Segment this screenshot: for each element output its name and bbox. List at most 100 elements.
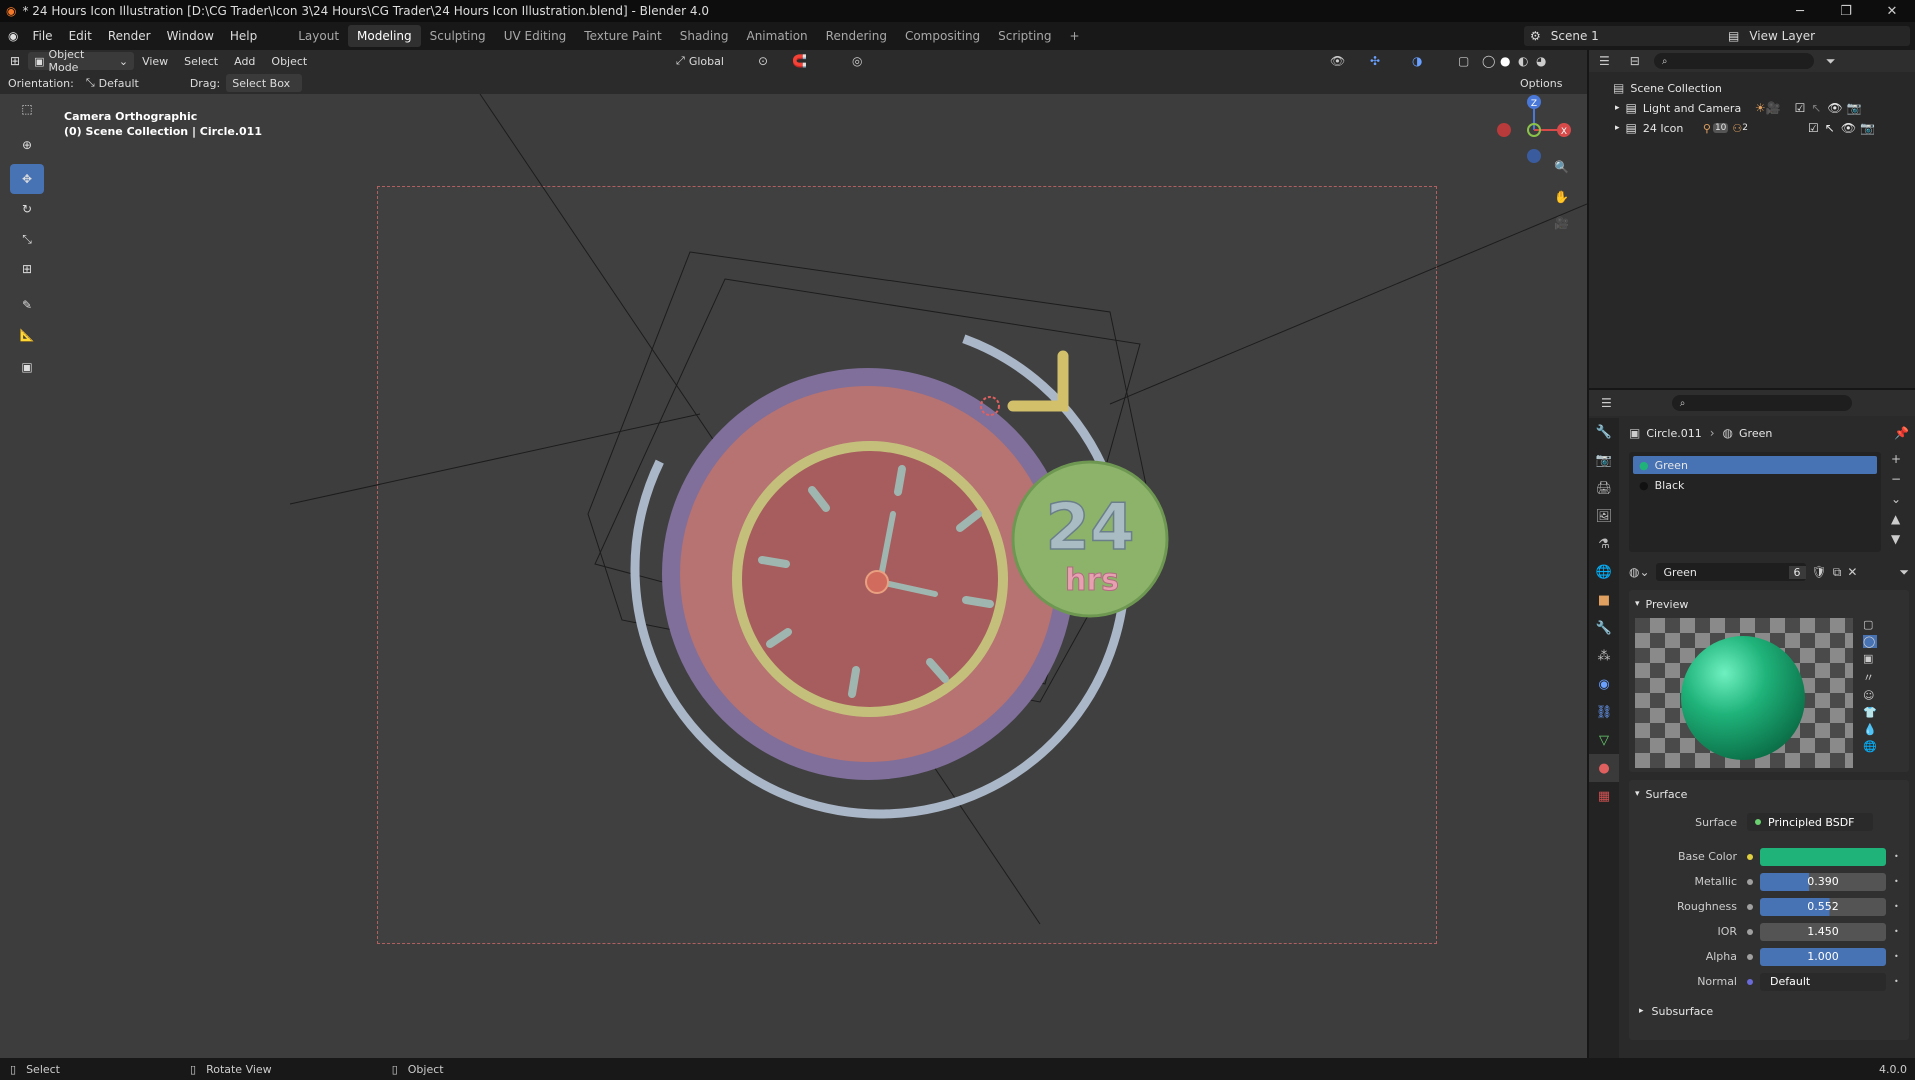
eye-icon[interactable]: 👁 (1841, 121, 1856, 135)
input-socket-icon[interactable] (1747, 978, 1753, 985)
transform-tool[interactable]: ⊞ (10, 254, 44, 284)
particles-tab-icon[interactable]: ⁂ (1589, 642, 1619, 670)
outliner-item-24-icon[interactable]: ▸ ▤ 24 Icon ⚲ 10 ⚇ 2 ☑ ↖ 👁 📷 (1589, 118, 1915, 138)
filter-icon[interactable]: ⏷ (1826, 54, 1836, 69)
duplicate-icon[interactable]: ⧉ (1833, 565, 1842, 580)
close-button[interactable]: ✕ (1869, 0, 1915, 22)
camera-view-icon[interactable]: 🎥 (1554, 216, 1569, 230)
minimize-button[interactable]: ─ (1777, 0, 1823, 22)
tab-compositing[interactable]: Compositing (896, 25, 989, 47)
outliner-item-light-and-camera[interactable]: ▸ ▤ Light and Camera ☀🎥 ☑ ↖ 👁 📷 (1589, 98, 1915, 118)
move-up-icon[interactable]: ▲ (1891, 512, 1901, 526)
properties-editor-icon[interactable]: ☰ (1601, 396, 1612, 410)
filter-icon[interactable]: ⏷ (1899, 565, 1909, 580)
menu-add[interactable]: Add (226, 55, 263, 68)
add-workspace-button[interactable]: + (1061, 25, 1089, 47)
menu-file[interactable]: File (24, 29, 60, 43)
input-field-base-color[interactable] (1760, 847, 1886, 866)
preview-fluid-icon[interactable]: 💧 (1863, 723, 1877, 736)
menu-help[interactable]: Help (222, 29, 265, 43)
measure-tool[interactable]: 📐 (10, 320, 44, 350)
annotate-tool[interactable]: ✎ (10, 290, 44, 320)
material-name-field[interactable]: Green 6 (1655, 563, 1806, 581)
maximize-button[interactable]: ❐ (1823, 0, 1869, 22)
transform-orientation-dropdown[interactable]: ⤢ Global (670, 52, 746, 70)
physics-tab-icon[interactable]: ◉ (1589, 670, 1619, 698)
material-tab-icon[interactable]: ● (1589, 754, 1619, 782)
world-tab-icon[interactable]: 🌐 (1589, 558, 1619, 586)
menu-object[interactable]: Object (263, 55, 315, 68)
outliner-editor-icon[interactable]: ☰ (1599, 54, 1610, 68)
overlay-toggle-icon[interactable]: ◑ (1412, 54, 1422, 68)
scene-tab-icon[interactable]: ⚗ (1589, 530, 1619, 558)
tab-scripting[interactable]: Scripting (989, 25, 1060, 47)
exclude-checkbox[interactable]: ☑ (1795, 101, 1806, 115)
menu-view[interactable]: View (134, 55, 176, 68)
input-field-ior[interactable]: 1.450 (1760, 922, 1886, 941)
pan-hand-icon[interactable]: ✋ (1554, 190, 1569, 204)
preview-flat-icon[interactable]: ▢ (1863, 618, 1877, 631)
texture-tab-icon[interactable]: ▦ (1589, 782, 1619, 810)
menu-window[interactable]: Window (159, 29, 222, 43)
tab-rendering[interactable]: Rendering (817, 25, 896, 47)
select-arrow-icon[interactable]: ↖ (1825, 121, 1835, 135)
object-tab-icon[interactable]: ■ (1589, 586, 1619, 614)
menu-select[interactable]: Select (176, 55, 226, 68)
tab-sculpting[interactable]: Sculpting (421, 25, 495, 47)
input-socket-icon[interactable] (1747, 953, 1753, 960)
select-arrow-icon[interactable]: ↖ (1811, 101, 1821, 115)
eye-icon[interactable]: 👁 (1827, 101, 1842, 115)
expand-arrow-icon[interactable]: ▸ (1615, 103, 1620, 113)
keyframe-dot-icon[interactable]: • (1894, 952, 1899, 961)
visibility-icon[interactable]: 👁 (1330, 54, 1345, 68)
fake-user-icon[interactable]: 🛡 (1812, 565, 1827, 579)
tab-texture-paint[interactable]: Texture Paint (575, 25, 670, 47)
keyframe-dot-icon[interactable]: • (1894, 977, 1899, 986)
menu-render[interactable]: Render (100, 29, 159, 43)
input-socket-icon[interactable] (1747, 853, 1753, 860)
mode-dropdown[interactable]: ▣ Object Mode ⌄ (28, 48, 135, 74)
material-shading-icon[interactable]: ◐ (1518, 54, 1528, 68)
scale-tool[interactable]: ⤡ (10, 224, 44, 254)
pivot-icon[interactable]: ⊙ (758, 54, 768, 68)
material-slot-green[interactable]: ● Green (1633, 456, 1877, 474)
input-field-metallic[interactable]: 0.390 (1760, 872, 1886, 891)
keyframe-dot-icon[interactable]: • (1894, 852, 1899, 861)
view-layer-selector[interactable]: ▤ View Layer (1722, 26, 1910, 46)
navigation-gizmo[interactable]: Z X (1486, 94, 1576, 164)
blender-menu-icon[interactable]: ◉ (8, 29, 18, 43)
input-field-roughness[interactable]: 0.552 (1760, 897, 1886, 916)
input-socket-icon[interactable] (1747, 903, 1753, 910)
keyframe-dot-icon[interactable]: • (1894, 877, 1899, 886)
slot-menu-icon[interactable]: ⌄ (1891, 492, 1901, 506)
preview-sphere-icon[interactable]: ◯ (1863, 635, 1877, 648)
rotate-tool[interactable]: ↻ (10, 194, 44, 224)
orientation-dropdown[interactable]: ⤡ Default (79, 74, 174, 92)
gizmo-toggle-icon[interactable]: ✣ (1370, 54, 1380, 68)
remove-slot-button[interactable]: − (1891, 472, 1901, 486)
zoom-icon[interactable]: 🔍 (1554, 160, 1569, 174)
material-browse-icon[interactable]: ◍⌄ (1629, 565, 1650, 579)
tab-animation[interactable]: Animation (737, 25, 816, 47)
keyframe-dot-icon[interactable]: • (1894, 902, 1899, 911)
input-field-alpha[interactable]: 1.000 (1760, 947, 1886, 966)
data-tab-icon[interactable]: ▽ (1589, 726, 1619, 754)
snap-icon[interactable]: 🧲 (792, 54, 807, 68)
view-layer-tab-icon[interactable]: 🖼 (1589, 502, 1619, 530)
proportional-edit-icon[interactable]: ◎ (852, 54, 862, 68)
preview-cube-icon[interactable]: ▣ (1863, 652, 1877, 665)
select-box-tool[interactable]: ⬚ (10, 94, 44, 124)
move-down-icon[interactable]: ▼ (1891, 532, 1901, 546)
tab-uv-editing[interactable]: UV Editing (495, 25, 576, 47)
drag-dropdown[interactable]: Select Box (226, 74, 303, 92)
editor-type-icon[interactable]: ⊞ (10, 54, 20, 68)
preview-cloth-icon[interactable]: 👕 (1863, 706, 1877, 719)
constraints-tab-icon[interactable]: ⛓ (1589, 698, 1619, 726)
unlink-icon[interactable]: ✕ (1847, 565, 1857, 579)
menu-edit[interactable]: Edit (61, 29, 100, 43)
rendered-shading-icon[interactable]: ◕ (1536, 54, 1546, 68)
outliner-root[interactable]: ▤ Scene Collection (1589, 78, 1915, 98)
scene-selector[interactable]: ⚙ Scene 1 (1524, 26, 1734, 46)
pin-icon[interactable]: 📌 (1894, 426, 1909, 440)
wireframe-shading-icon[interactable]: ◯ (1482, 54, 1495, 68)
